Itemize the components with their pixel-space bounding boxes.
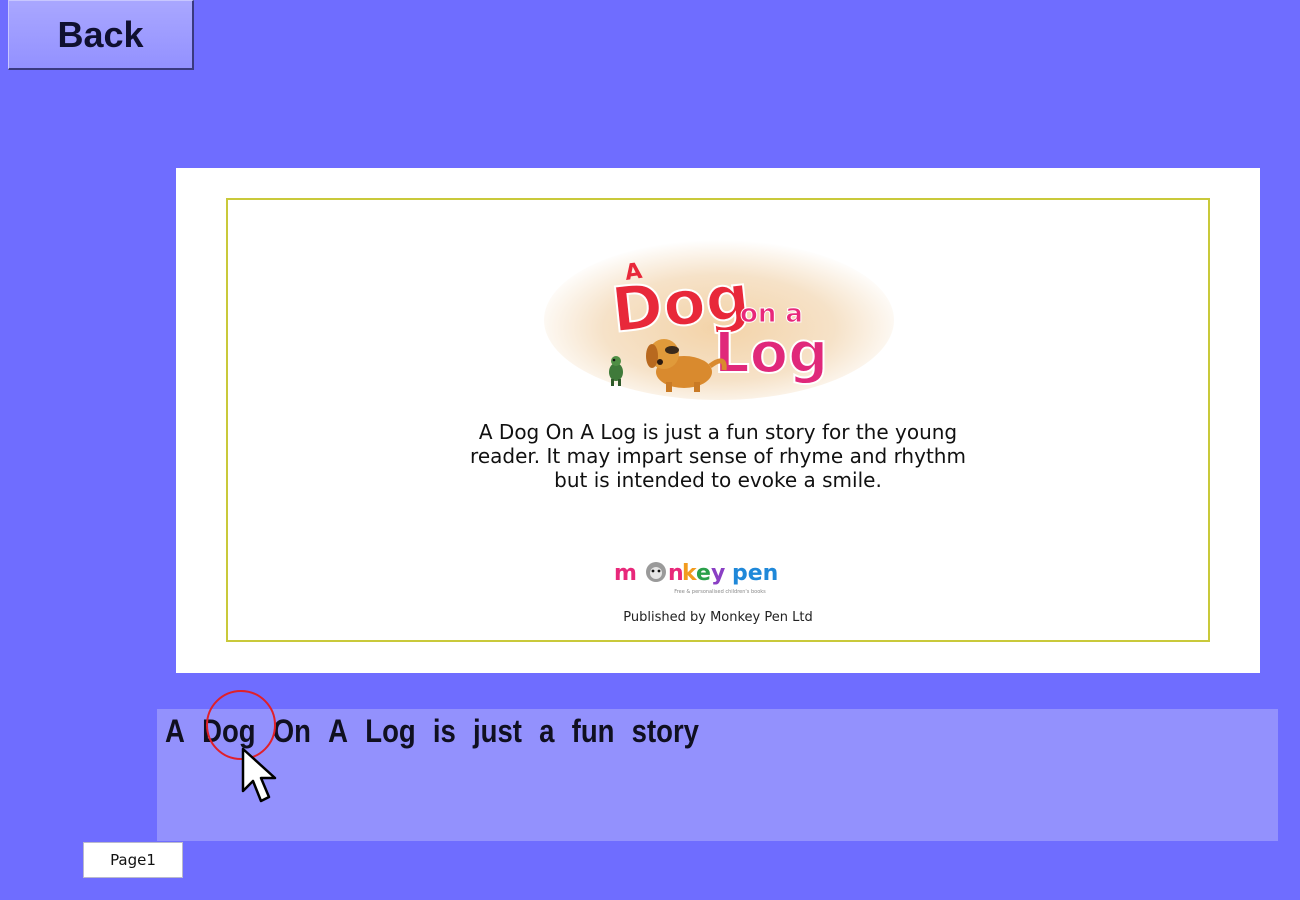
reading-word[interactable]: fun xyxy=(572,713,615,750)
reading-text-panel: A Dog On A Log is just a fun story xyxy=(157,690,1278,841)
reading-word[interactable]: A xyxy=(328,713,348,750)
cover-illustration: A Dog on a Log xyxy=(544,240,894,400)
svg-text:e: e xyxy=(696,561,711,586)
arrow-pointer-icon xyxy=(241,747,277,803)
svg-text:Log: Log xyxy=(714,321,828,386)
blurb-line: reader. It may impart sense of rhyme and… xyxy=(470,444,966,468)
svg-text:y: y xyxy=(711,561,725,586)
back-button[interactable]: Back xyxy=(8,0,194,70)
page-indicator: Page1 xyxy=(83,842,183,878)
book-blurb: A Dog On A Log is just a fun story for t… xyxy=(328,420,1108,492)
blurb-line: but is intended to evoke a smile. xyxy=(554,468,882,492)
svg-text:m: m xyxy=(614,561,637,586)
book-page-panel: A Dog on a Log A Dog On A Log is just a … xyxy=(176,168,1260,673)
monkey-pen-logo: m n k e y pen Free & personalised childr… xyxy=(614,561,778,595)
book-page-frame: A Dog on a Log A Dog On A Log is just a … xyxy=(226,198,1210,642)
reading-word[interactable]: On xyxy=(273,713,311,750)
publisher-tagline: Free & personalised children's books xyxy=(674,589,766,595)
reading-word[interactable]: story xyxy=(632,713,699,750)
reading-word[interactable]: a xyxy=(539,713,554,750)
reading-word[interactable]: just xyxy=(473,713,522,750)
publisher-credit: Published by Monkey Pen Ltd xyxy=(623,610,813,625)
reading-word[interactable]: A xyxy=(165,713,185,750)
reading-word[interactable]: Log xyxy=(365,713,415,750)
svg-text:pen: pen xyxy=(732,561,778,586)
reading-word[interactable]: is xyxy=(433,713,456,750)
blurb-line: A Dog On A Log is just a fun story for t… xyxy=(478,420,958,444)
